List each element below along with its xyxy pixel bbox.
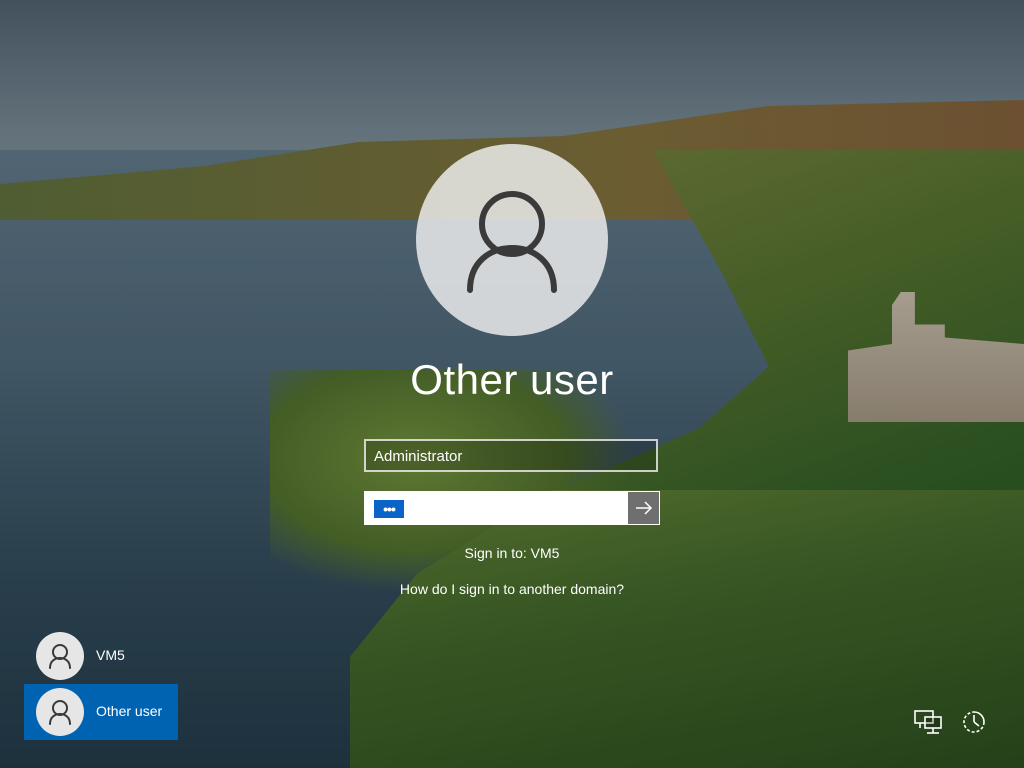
password-mask: ••• [374, 500, 404, 518]
signin-target-label: Sign in to: VM5 [464, 545, 560, 561]
username-input[interactable]: Administrator [364, 439, 658, 472]
user-list-item-vm5[interactable]: VM5 [24, 628, 178, 684]
ease-of-access-icon[interactable] [958, 706, 990, 738]
domain-help-link[interactable]: How do I sign in to another domain? [312, 581, 712, 597]
user-avatar-icon [36, 632, 84, 680]
password-input[interactable]: ••• [364, 491, 660, 525]
network-icon[interactable] [912, 706, 944, 738]
user-list-label: Other user [96, 703, 163, 719]
user-avatar-icon [36, 688, 84, 736]
submit-button[interactable] [627, 492, 659, 524]
arrow-right-icon [636, 501, 653, 515]
user-avatar-icon [416, 144, 608, 336]
user-list-label: VM5 [96, 647, 125, 663]
user-list-item-other-user[interactable]: Other user [24, 684, 178, 740]
username-heading: Other user [410, 356, 614, 403]
